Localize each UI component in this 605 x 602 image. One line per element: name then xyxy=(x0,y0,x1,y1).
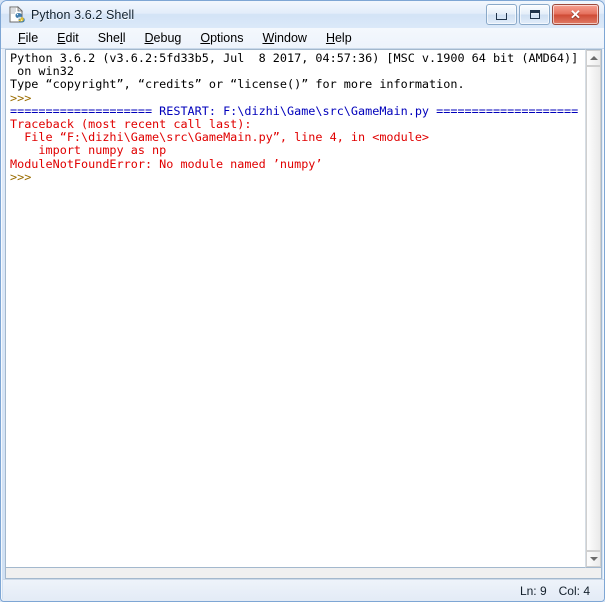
status-line-indicator: Ln: 9 xyxy=(519,583,547,598)
window-title: Python 3.6.2 Shell xyxy=(31,7,135,22)
console-output[interactable]: Python 3.6.2 (v3.6.2:5fd33b5, Jul 8 2017… xyxy=(10,51,585,184)
menu-item-shell[interactable]: Shell xyxy=(89,30,136,46)
menu-item-file[interactable]: File xyxy=(9,30,48,46)
close-button[interactable]: ✕ xyxy=(552,4,599,25)
minimize-button[interactable] xyxy=(486,4,517,25)
window-controls: ✕ xyxy=(486,4,599,25)
python-idle-icon xyxy=(8,6,25,23)
console-line: >>> xyxy=(10,90,39,105)
menu-bar: File Edit Shell Debug Options Window Hel… xyxy=(1,28,604,49)
scrollbar-track[interactable] xyxy=(586,66,601,551)
idle-shell-window: Python 3.6.2 Shell ✕ File Edit Shell Deb… xyxy=(0,0,605,602)
vertical-scrollbar[interactable] xyxy=(585,49,602,568)
scroll-down-arrow-icon xyxy=(589,557,598,561)
shell-text-area[interactable]: Python 3.6.2 (v3.6.2:5fd33b5, Jul 8 2017… xyxy=(5,49,585,568)
maximize-icon xyxy=(529,10,540,19)
menu-item-options[interactable]: Options xyxy=(191,30,253,46)
client-area: Python 3.6.2 (v3.6.2:5fd33b5, Jul 8 2017… xyxy=(5,49,602,568)
menu-item-help[interactable]: Help xyxy=(317,30,362,46)
console-line: >>> xyxy=(10,169,39,184)
menu-item-edit[interactable]: Edit xyxy=(48,30,89,46)
console-line: ModuleNotFoundError: No module named ’nu… xyxy=(10,156,323,171)
console-line: Python 3.6.2 (v3.6.2:5fd33b5, Jul 8 2017… xyxy=(10,51,579,65)
menu-item-window[interactable]: Window xyxy=(253,30,316,46)
status-bar: Ln: 9 Col: 4 xyxy=(3,579,604,601)
horizontal-scroll-strip[interactable] xyxy=(5,568,602,579)
title-bar[interactable]: Python 3.6.2 Shell ✕ xyxy=(1,1,604,28)
status-col-indicator: Col: 4 xyxy=(558,583,590,598)
scroll-up-arrow-icon xyxy=(589,56,598,60)
maximize-button[interactable] xyxy=(519,4,550,25)
scroll-down-button[interactable] xyxy=(586,551,601,567)
minimize-icon xyxy=(496,13,507,20)
console-line: Type “copyright”, “credits” or “license(… xyxy=(10,77,465,92)
menu-item-debug[interactable]: Debug xyxy=(136,30,192,46)
console-line: import numpy as np xyxy=(10,143,167,158)
scroll-up-button[interactable] xyxy=(586,50,601,66)
close-icon: ✕ xyxy=(570,7,581,22)
scrollbar-thumb[interactable] xyxy=(586,66,601,551)
